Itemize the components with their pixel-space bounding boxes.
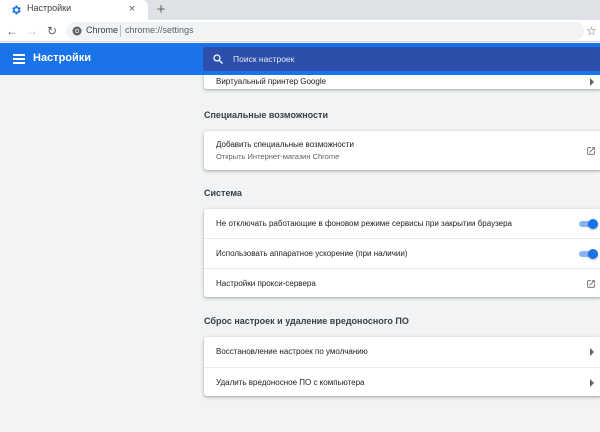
background-apps-toggle[interactable]: [579, 219, 598, 229]
menu-icon[interactable]: [11, 51, 27, 67]
proxy-settings-row[interactable]: Настройки прокси-сервера: [204, 268, 600, 297]
address-divider: [120, 25, 121, 37]
toggle-knob: [588, 249, 598, 259]
cleanup-computer-row[interactable]: Удалить вредоносное ПО с компьютера: [204, 367, 600, 396]
row-label: Не отключать работающие в фоновом режиме…: [216, 219, 512, 228]
system-card: Не отключать работающие в фоновом режиме…: [204, 209, 600, 297]
search-icon: [213, 54, 223, 64]
row-label: Настройки прокси-сервера: [216, 279, 316, 288]
close-icon[interactable]: ×: [125, 2, 139, 16]
hardware-acceleration-row[interactable]: Использовать аппаратное ускорение (при н…: [204, 238, 600, 268]
page-title: Настройки: [33, 52, 92, 64]
background-apps-row[interactable]: Не отключать работающие в фоновом режиме…: [204, 209, 600, 238]
reload-button[interactable]: ↻: [44, 23, 60, 39]
back-button[interactable]: ←: [4, 23, 20, 39]
row-label: Восстановление настроек по умолчанию: [216, 347, 368, 356]
row-label: Удалить вредоносное ПО с компьютера: [216, 378, 365, 387]
external-link-icon[interactable]: [586, 279, 596, 289]
forward-button[interactable]: →: [24, 23, 40, 39]
tab-title: Настройки: [27, 3, 72, 13]
tab-strip: Настройки × +: [0, 0, 600, 20]
section-title-system: Система: [204, 188, 242, 198]
browser-toolbar: ← → ↻ Chrome chrome://settings ☆: [0, 20, 600, 42]
bookmark-star-icon[interactable]: ☆: [586, 23, 600, 39]
chevron-right-icon: [590, 348, 594, 356]
hardware-acceleration-toggle[interactable]: [579, 249, 598, 259]
section-title-reset: Сброс настроек и удаление вредоносного П…: [204, 316, 409, 326]
search-placeholder: Поиск настроек: [233, 54, 295, 64]
new-tab-button[interactable]: +: [152, 1, 170, 19]
restore-defaults-row[interactable]: Восстановление настроек по умолчанию: [204, 337, 600, 367]
accessibility-card: Добавить специальные возможности Открыть…: [204, 131, 600, 170]
row-label: Добавить специальные возможности: [216, 140, 354, 149]
row-label: Виртуальный принтер Google: [216, 77, 327, 86]
settings-header: Настройки Поиск настроек: [0, 43, 600, 75]
external-link-icon[interactable]: [586, 146, 596, 156]
gear-icon: [12, 5, 21, 15]
chevron-right-icon: [590, 78, 594, 86]
printing-card: Виртуальный принтер Google: [204, 75, 600, 89]
add-accessibility-row[interactable]: Добавить специальные возможности Открыть…: [204, 131, 600, 170]
row-sublabel: Открыть Интернет-магазин Chrome: [216, 152, 340, 161]
tab-settings[interactable]: Настройки ×: [0, 0, 148, 20]
chevron-right-icon: [590, 379, 594, 387]
chrome-icon: [72, 26, 82, 36]
section-title-accessibility: Специальные возможности: [204, 110, 328, 120]
reset-card: Восстановление настроек по умолчанию Уда…: [204, 337, 600, 396]
settings-content: Виртуальный принтер Google Специальные в…: [0, 75, 600, 432]
url-text[interactable]: chrome://settings: [125, 25, 194, 35]
row-label: Использовать аппаратное ускорение (при н…: [216, 249, 408, 258]
cloud-print-row[interactable]: Виртуальный принтер Google: [204, 75, 600, 89]
address-bar[interactable]: Chrome chrome://settings: [66, 22, 584, 40]
toggle-knob: [588, 219, 598, 229]
site-chip: Chrome: [86, 25, 119, 35]
search-input[interactable]: Поиск настроек: [203, 47, 600, 71]
